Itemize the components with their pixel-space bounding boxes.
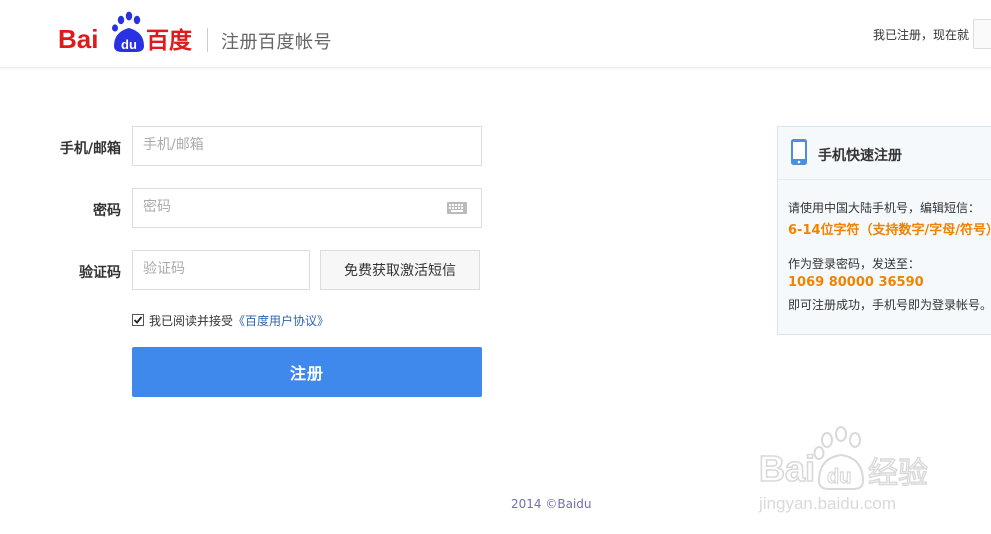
mobile-quick-register-panel: 手机快速注册 请使用中国大陆手机号，编辑短信： 6-14位字符（支持数字/字母/…: [777, 126, 991, 335]
svg-text:Bai: Bai: [58, 24, 98, 54]
page-header: du Bai 百度 注册百度帐号 我已注册，现在就: [0, 0, 991, 68]
login-button[interactable]: [973, 19, 991, 49]
mobile-phone-icon: [791, 139, 807, 165]
page-title: 注册百度帐号: [221, 32, 332, 53]
login-prompt: 我已注册，现在就: [872, 28, 969, 42]
register-button[interactable]: 注册: [132, 347, 482, 397]
watermark-url: jingyan.baidu.com: [758, 494, 896, 513]
phone-email-input[interactable]: [133, 127, 481, 163]
agreement-checkbox[interactable]: [132, 314, 144, 326]
password-input[interactable]: [133, 189, 481, 225]
panel-sms-content: 6-14位字符（支持数字/字母/符号）: [788, 223, 991, 238]
captcha-label: 验证码: [79, 265, 121, 281]
svg-text:Bai: Bai: [759, 448, 815, 489]
agreement-row: 我已阅读并接受 《百度用户协议》: [132, 312, 329, 328]
phone-email-label: 手机/邮箱: [59, 141, 121, 157]
svg-text:du: du: [827, 466, 851, 488]
header-divider: [207, 28, 208, 52]
panel-title: 手机快速注册: [818, 148, 902, 164]
captcha-input[interactable]: [133, 251, 309, 287]
baidu-logo[interactable]: du Bai 百度: [58, 10, 198, 56]
get-sms-code-button[interactable]: 免费获取激活短信: [320, 250, 480, 290]
svg-text:经验: 经验: [868, 456, 928, 491]
svg-text:百度: 百度: [146, 27, 193, 54]
panel-sms-number: 1069 80000 36590: [788, 275, 924, 290]
keyboard-icon[interactable]: [447, 202, 467, 214]
panel-instruction-1: 请使用中国大陆手机号，编辑短信：: [788, 201, 981, 215]
captcha-field-box: [132, 250, 310, 290]
panel-instruction-2: 作为登录密码，发送至：: [788, 257, 921, 271]
password-label: 密码: [93, 203, 121, 219]
svg-text:du: du: [121, 37, 137, 52]
user-agreement-link[interactable]: 《百度用户协议》: [233, 312, 329, 329]
copyright-text: 2014 ©Baidu: [511, 497, 592, 511]
password-field-box: [132, 188, 482, 228]
agreement-text: 我已阅读并接受: [149, 313, 234, 328]
panel-header: 手机快速注册: [778, 127, 991, 180]
phone-email-field-box: [132, 126, 482, 166]
baidu-jingyan-watermark: Bai du 经验 jingyan.baidu.com: [755, 425, 991, 520]
panel-instruction-3: 即可注册成功，手机号即为登录帐号。: [788, 298, 991, 312]
